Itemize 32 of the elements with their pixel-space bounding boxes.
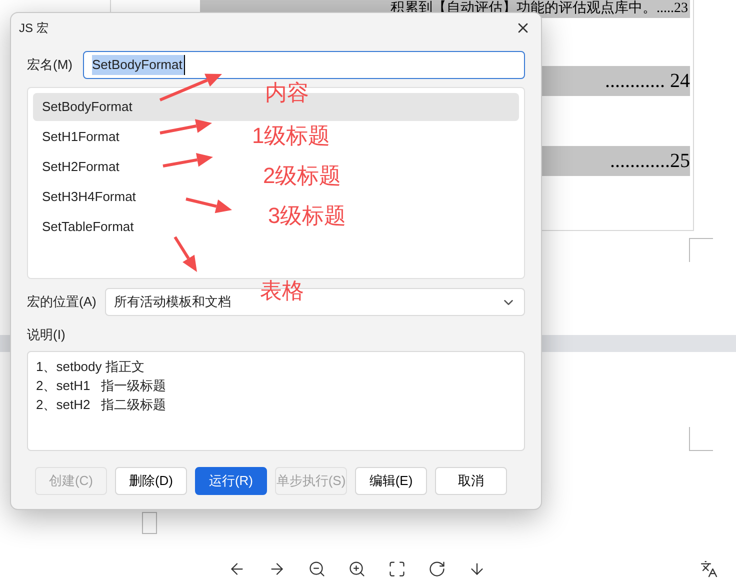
zoom-out-icon[interactable] <box>308 560 326 578</box>
field-label: 宏名(M) <box>27 56 74 74</box>
macro-list-item[interactable]: SetH3H4Format <box>33 183 145 211</box>
zoom-in-icon[interactable] <box>348 560 366 578</box>
dialog-button[interactable]: 取消 <box>435 466 507 494</box>
description-line: 1、setbody 指正文 <box>36 358 144 376</box>
page-corner <box>142 512 157 534</box>
arrow <box>186 198 232 214</box>
arrow <box>160 119 212 134</box>
field-label: 说明(I) <box>27 326 66 344</box>
arrow <box>174 236 197 272</box>
macro-name-field[interactable]: SetBodyFormat <box>83 51 525 79</box>
dialog-button[interactable]: 删除(D) <box>115 466 187 494</box>
fit-icon[interactable] <box>388 560 406 578</box>
field-label: 宏的位置(A) <box>27 293 98 312</box>
description-box[interactable]: 1、setbody 指正文 2、setH1 指一级标题 2、setH2 指二级标题 <box>27 350 525 450</box>
annotation-label: 1级标题 <box>252 123 330 149</box>
page-corner <box>689 427 713 451</box>
dialog-button[interactable]: 运行(R) <box>195 466 267 494</box>
description-line: 2、setH2 指二级标题 <box>36 396 166 414</box>
macro-list-item[interactable]: SetH1Format <box>33 123 128 151</box>
arrow <box>159 74 222 102</box>
description-line: 2、setH1 指一级标题 <box>36 376 166 394</box>
translate-icon[interactable] <box>700 560 718 578</box>
rotate-icon[interactable] <box>428 560 446 578</box>
page-corner <box>689 238 713 262</box>
macro-list-item[interactable]: SetH2Format <box>33 153 128 181</box>
macro-list-item[interactable]: SetTableFormat <box>33 213 143 241</box>
window-title: JS 宏 <box>19 20 48 37</box>
arrow <box>162 152 213 168</box>
annotation-label: 3级标题 <box>268 203 346 229</box>
dialog-button[interactable]: 编辑(E) <box>355 466 427 494</box>
